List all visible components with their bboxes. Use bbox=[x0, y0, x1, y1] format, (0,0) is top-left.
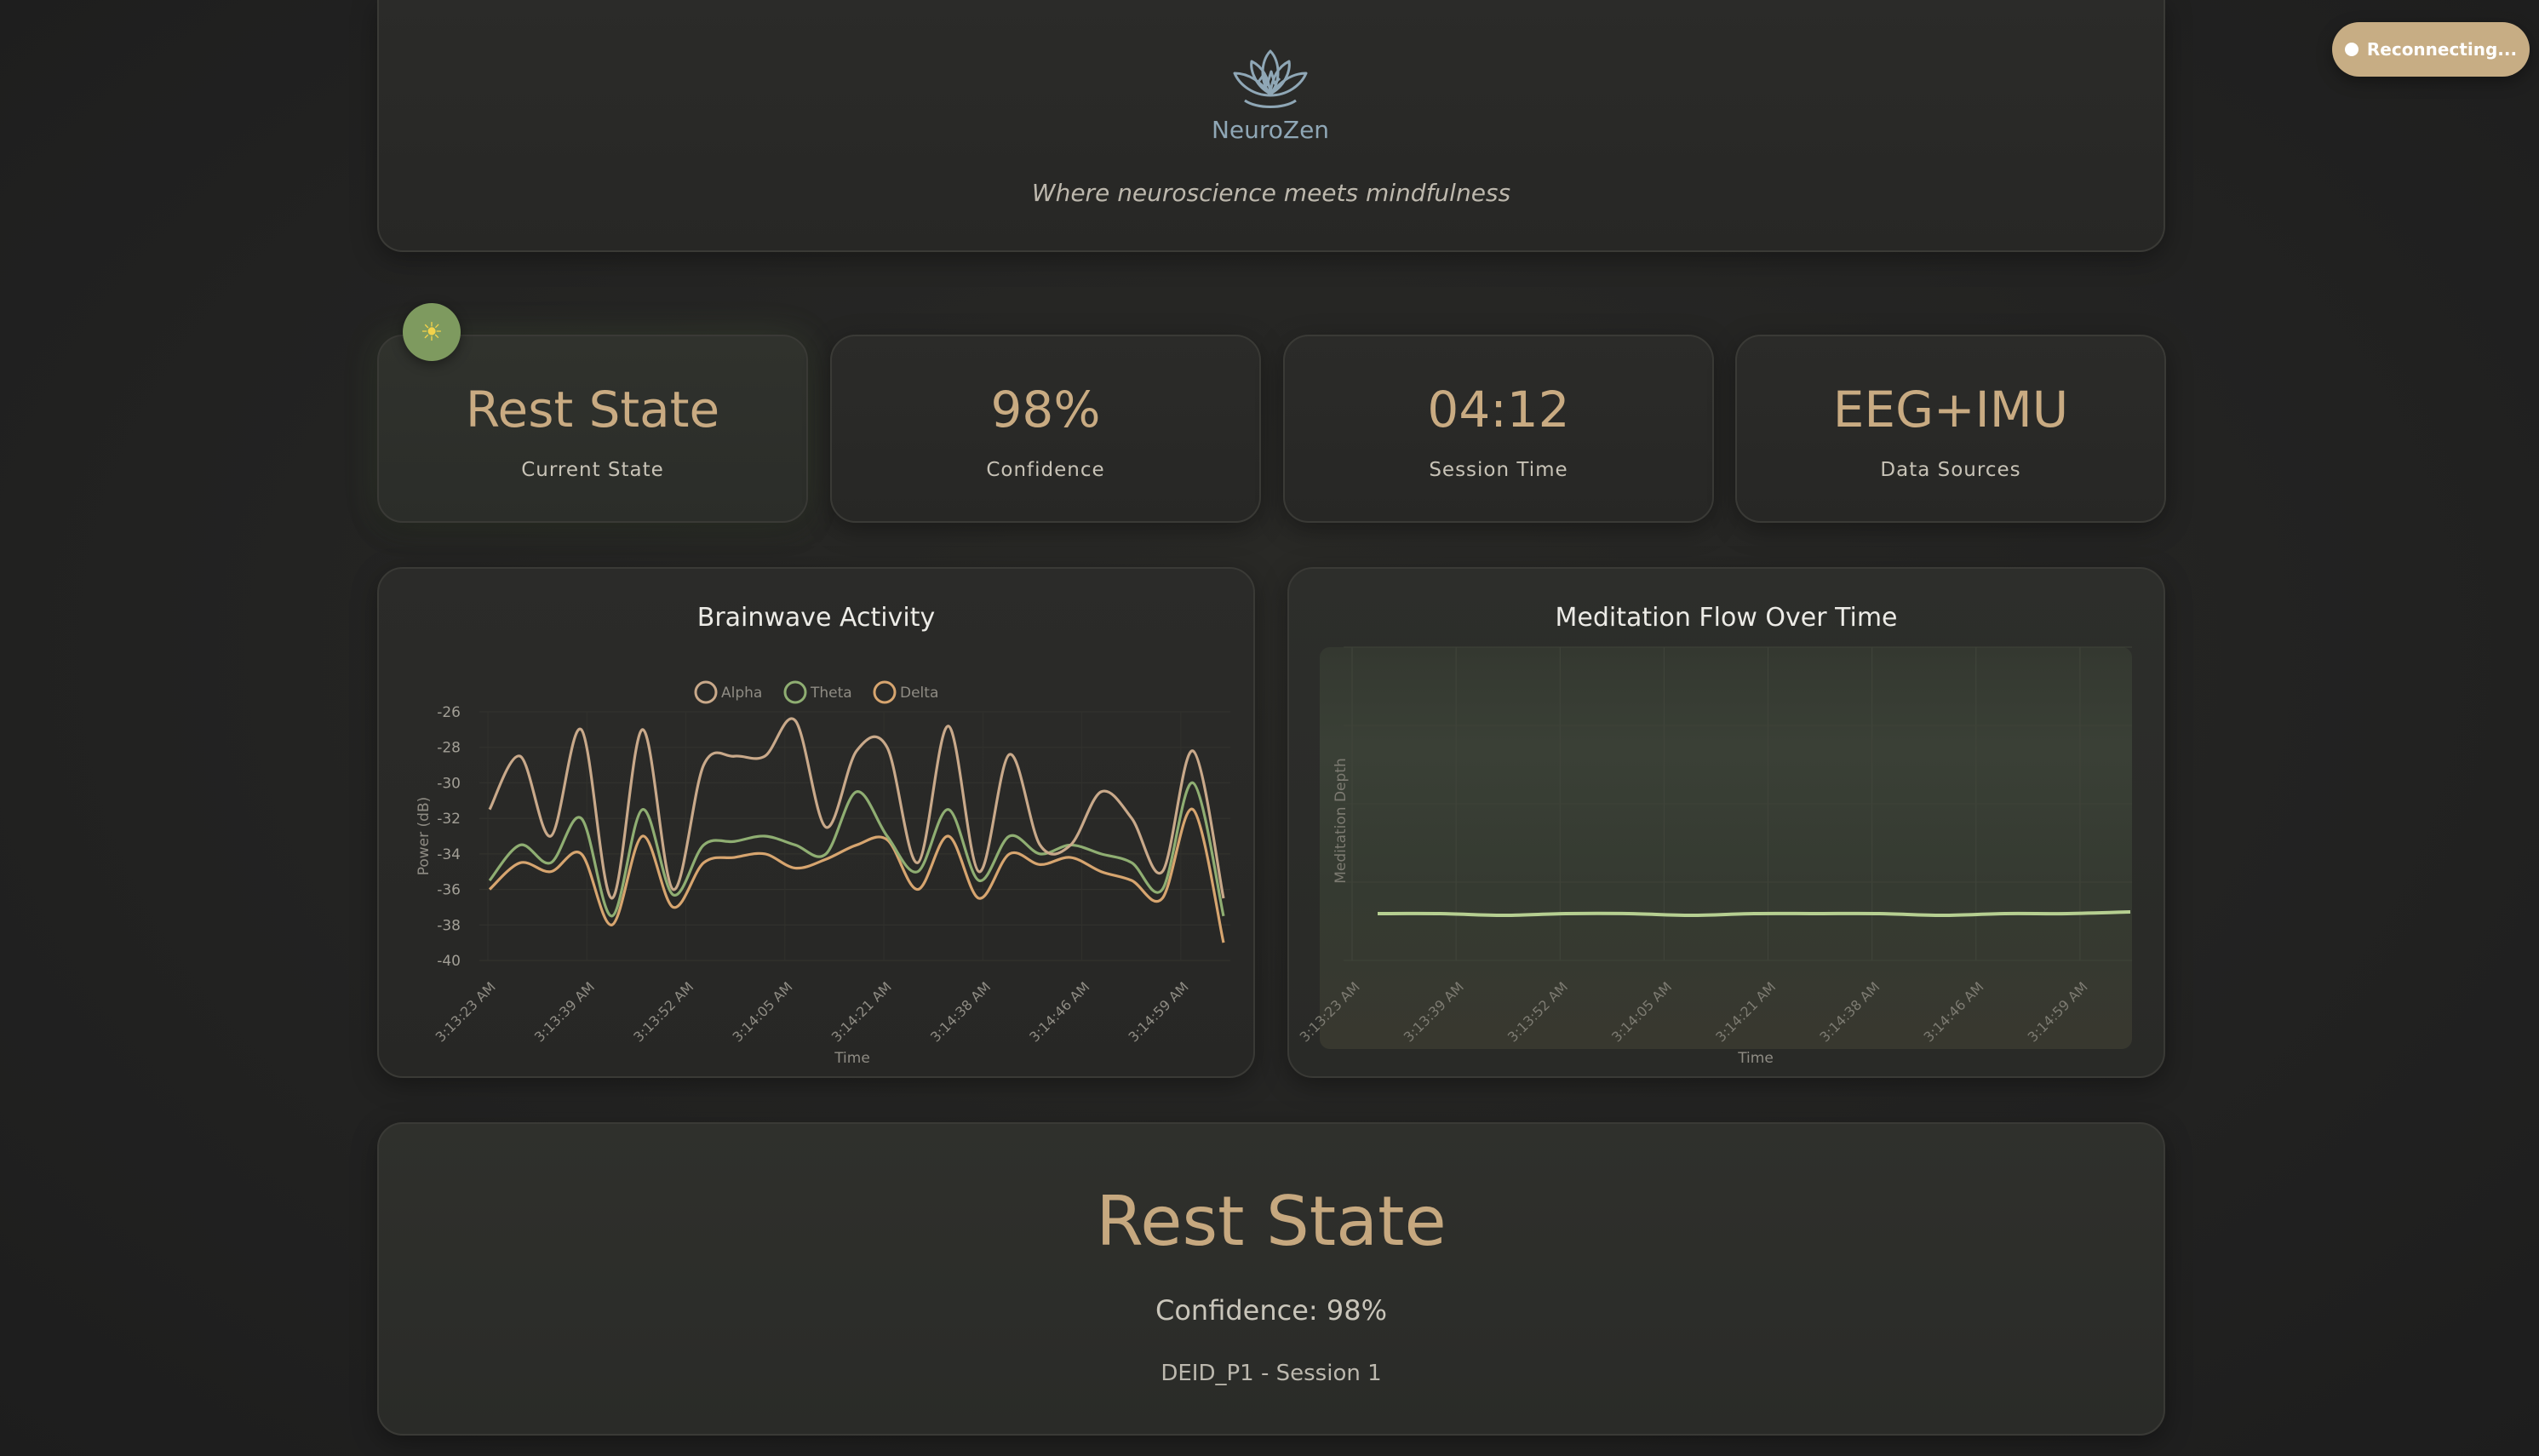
y-tick-label: -32 bbox=[437, 811, 461, 828]
y-tick-label: -34 bbox=[437, 846, 461, 863]
confidence-value: 98% bbox=[990, 381, 1101, 439]
confidence-label: Confidence bbox=[986, 459, 1105, 481]
y-tick-label: -36 bbox=[437, 882, 461, 899]
state-detail-session: DEID_P1 - Session 1 bbox=[1161, 1361, 1382, 1386]
current-state-card: Rest State Current State bbox=[377, 335, 808, 523]
session-time-card: 04:12 Session Time bbox=[1283, 335, 1714, 523]
state-detail-confidence: Confidence: 98% bbox=[1155, 1294, 1387, 1327]
x-tick-label: 3:13:23 AM bbox=[433, 978, 499, 1045]
brainwave-chart-card: Brainwave Activity -26 -28 -30 -32 -34 -36 -38… bbox=[377, 567, 1255, 1078]
x-axis-title: Time bbox=[834, 1050, 870, 1067]
brand-name: NeuroZen bbox=[1211, 116, 1330, 144]
x-tick-label: 3:14:59 AM bbox=[1126, 978, 1192, 1045]
plot-background bbox=[1320, 647, 2132, 1049]
connection-status-badge: Reconnecting... bbox=[2332, 22, 2530, 77]
confidence-card: 98% Confidence bbox=[830, 335, 1261, 523]
data-sources-value: EEG+IMU bbox=[1832, 381, 2069, 439]
x-tick-label: 3:14:21 AM bbox=[828, 978, 895, 1045]
status-dot-icon bbox=[2344, 43, 2358, 56]
x-tick-label: 3:14:46 AM bbox=[1026, 978, 1092, 1045]
legend-marker-delta bbox=[873, 680, 897, 704]
legend-label-alpha: Alpha bbox=[721, 685, 762, 702]
y-tick-label: -28 bbox=[437, 740, 461, 757]
current-state-label: Current State bbox=[521, 459, 664, 481]
data-sources-card: EEG+IMU Data Sources bbox=[1735, 335, 2166, 523]
x-tick-label: 3:14:05 AM bbox=[729, 978, 795, 1045]
series-line-alpha bbox=[488, 717, 1225, 900]
legend-label-delta: Delta bbox=[900, 685, 938, 702]
tagline: Where neuroscience meets mindfulness bbox=[1031, 179, 1511, 207]
session-time-label: Session Time bbox=[1429, 459, 1568, 481]
legend-marker-alpha bbox=[694, 680, 718, 704]
series-line-delta bbox=[488, 808, 1225, 943]
x-tick-label: 3:13:52 AM bbox=[630, 978, 696, 1045]
lotus-brain-icon bbox=[1219, 43, 1321, 119]
connection-status-label: Reconnecting... bbox=[2366, 39, 2518, 60]
brainwave-chart: -26 -28 -30 -32 -34 -36 -38 -40 3:13:23 AM 3:13:3… bbox=[416, 680, 1230, 1067]
data-sources-label: Data Sources bbox=[1880, 459, 2021, 481]
y-tick-label: -40 bbox=[437, 953, 461, 970]
current-state-value: Rest State bbox=[465, 381, 720, 439]
session-time-value: 04:12 bbox=[1427, 381, 1570, 439]
y-tick-label: -30 bbox=[437, 775, 461, 792]
y-axis-title: Meditation Depth bbox=[1333, 758, 1350, 883]
state-detail-panel: Rest State Confidence: 98% DEID_P1 - Ses… bbox=[377, 1122, 2165, 1436]
y-axis-title: Power (dB) bbox=[416, 797, 433, 876]
legend-label-theta: Theta bbox=[810, 685, 852, 702]
sun-icon: ☀ bbox=[403, 303, 461, 361]
x-tick-label: 3:13:39 AM bbox=[531, 978, 598, 1045]
y-tick-label: -38 bbox=[437, 917, 461, 934]
x-tick-label: 3:14:38 AM bbox=[927, 978, 994, 1045]
meditation-flow-chart: 3:13:23 AM 3:13:39 AM 3:13:52 AM 3:14:05 AM… bbox=[1297, 646, 2132, 1067]
y-tick-label: -26 bbox=[437, 704, 461, 721]
state-detail-title: Rest State bbox=[1096, 1182, 1447, 1261]
legend-marker-theta bbox=[783, 680, 807, 704]
x-axis-title: Time bbox=[1737, 1050, 1774, 1067]
meditation-flow-chart-card: Meditation Flow Over Time 3:13:23 AM 3:13… bbox=[1287, 567, 2165, 1078]
